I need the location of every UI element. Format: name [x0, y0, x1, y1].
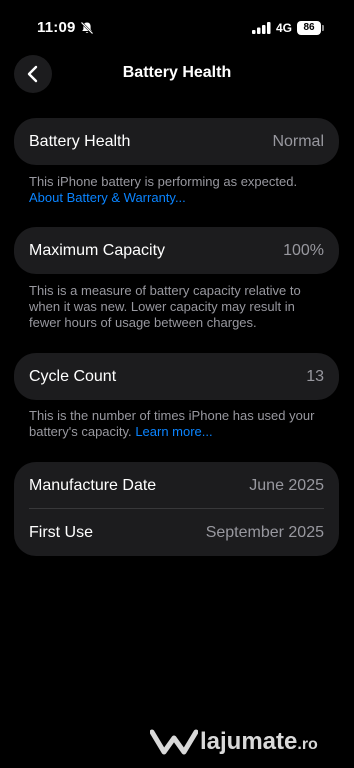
- network-type: 4G: [276, 21, 293, 35]
- battery-health-description: This iPhone battery is performing as exp…: [29, 174, 298, 189]
- maximum-capacity-label: Maximum Capacity: [29, 241, 166, 259]
- manufacture-date-value: June 2025: [249, 476, 324, 494]
- learn-more-link[interactable]: Learn more...: [135, 424, 212, 439]
- battery-health-card: Battery Health Normal: [14, 118, 339, 165]
- cycle-count-card: Cycle Count 13: [14, 353, 339, 400]
- first-use-row: First Use September 2025: [14, 509, 339, 556]
- manufacture-date-label: Manufacture Date: [29, 476, 157, 494]
- battery-health-row: Battery Health Normal: [14, 118, 339, 165]
- watermark-logo-icon: [150, 729, 198, 755]
- battery-health-label: Battery Health: [29, 132, 131, 150]
- cycle-count-row: Cycle Count 13: [14, 353, 339, 400]
- about-battery-warranty-link[interactable]: About Battery & Warranty...: [29, 190, 186, 205]
- watermark-text: lajumate.ro: [200, 728, 318, 755]
- cycle-count-label: Cycle Count: [29, 367, 117, 385]
- battery-health-value: Normal: [272, 132, 324, 150]
- page-title: Battery Health: [122, 64, 232, 81]
- status-bar: 11:09 4G 86: [0, 0, 354, 56]
- first-use-value: September 2025: [205, 523, 324, 541]
- status-time: 11:09: [37, 19, 76, 36]
- maximum-capacity-footnote: This is a measure of battery capacity re…: [29, 283, 301, 330]
- maximum-capacity-value: 100%: [283, 241, 324, 259]
- manufacture-date-row: Manufacture Date June 2025: [14, 462, 339, 509]
- battery-icon: 86: [297, 21, 321, 35]
- cycle-count-footnote: This is the number of times iPhone has u…: [29, 408, 329, 440]
- battery-nub: [322, 25, 324, 31]
- signal-icon: [252, 22, 271, 34]
- dates-card: Manufacture Date June 2025 First Use Sep…: [14, 462, 339, 556]
- maximum-capacity-card: Maximum Capacity 100%: [14, 227, 339, 274]
- watermark-tld: .ro: [297, 736, 318, 753]
- maximum-capacity-row: Maximum Capacity 100%: [14, 227, 339, 274]
- first-use-label: First Use: [29, 523, 93, 541]
- cycle-count-value: 13: [306, 367, 324, 385]
- battery-health-footnote: This iPhone battery is performing as exp…: [29, 174, 329, 206]
- bell-slash-icon: [80, 21, 94, 35]
